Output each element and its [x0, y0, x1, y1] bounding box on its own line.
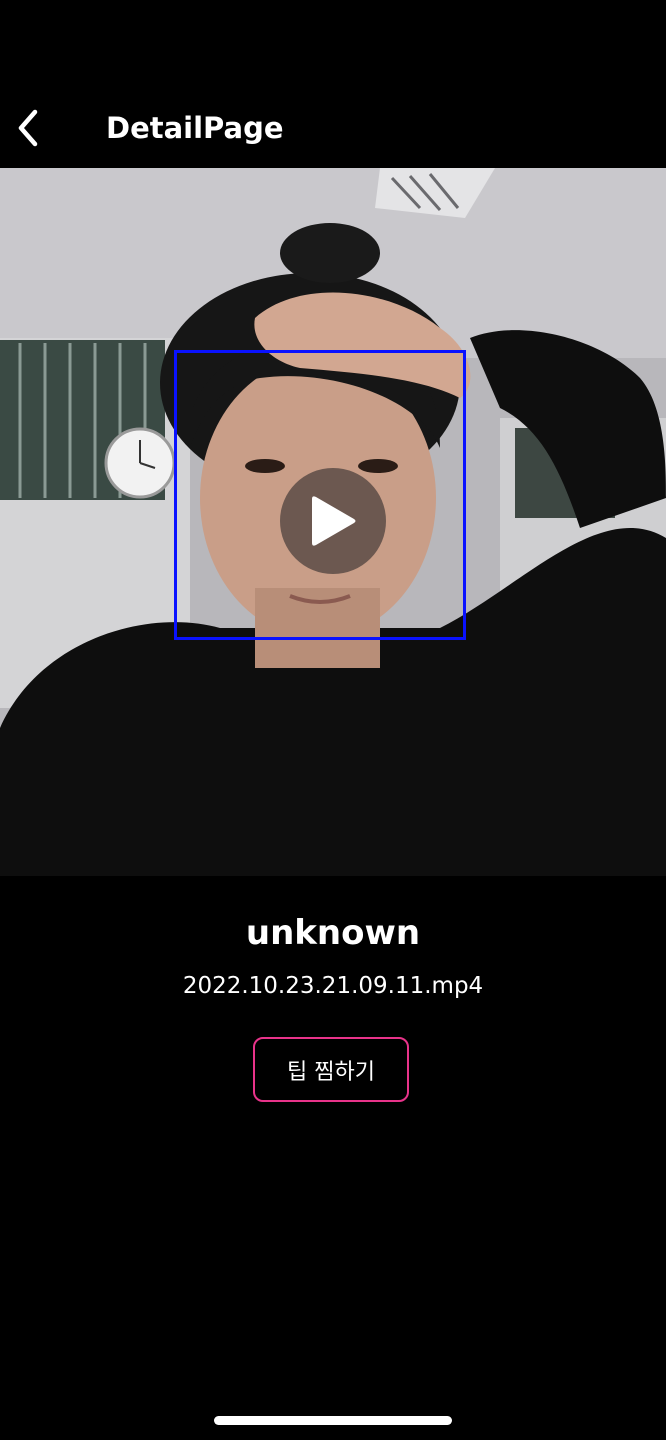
play-button[interactable] — [280, 468, 386, 574]
play-icon — [312, 496, 356, 546]
person-name: unknown — [245, 913, 421, 953]
page-title: DetailPage — [106, 111, 284, 145]
chevron-left-icon — [18, 109, 38, 147]
app-bar: DetailPage — [0, 0, 666, 168]
home-indicator[interactable] — [214, 1416, 452, 1425]
save-tip-button[interactable]: 팁 찜하기 — [253, 1037, 409, 1102]
file-name: 2022.10.23.21.09.11.mp4 — [182, 973, 484, 999]
back-button[interactable] — [6, 104, 50, 152]
video-player[interactable] — [0, 168, 666, 876]
